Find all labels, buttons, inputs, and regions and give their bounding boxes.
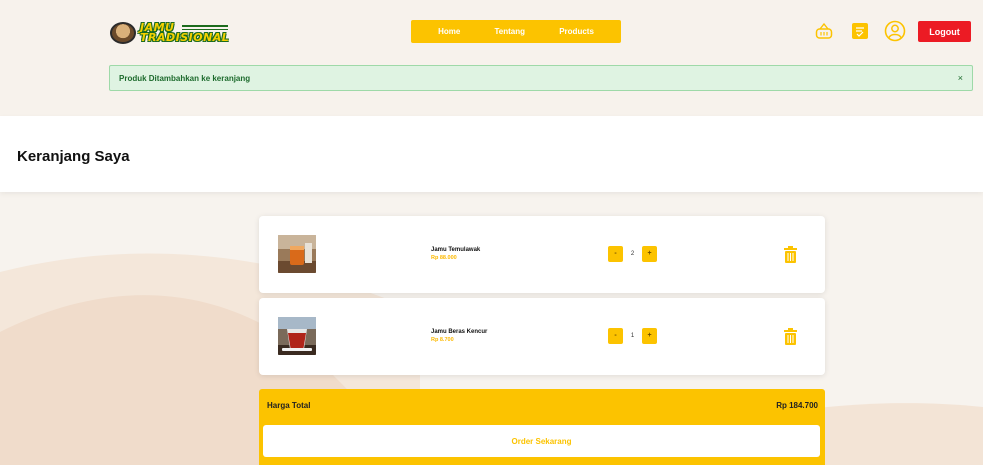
cart-item: Jamu Temulawak Rp 88.000 - 2 + [259, 216, 825, 293]
item-name: Jamu Beras Kencur [431, 329, 488, 335]
logo-face-icon [110, 22, 136, 44]
item-price: Rp 8.700 [431, 337, 454, 343]
title-band [0, 116, 983, 192]
user-icon[interactable] [884, 20, 906, 42]
item-info: Jamu Beras Kencur Rp 8.700 [431, 329, 487, 343]
success-alert: Produk Ditambahkan ke keranjang × [109, 65, 973, 91]
quantity-value: 1 [630, 333, 635, 339]
alert-message: Produk Ditambahkan ke keranjang [119, 73, 251, 83]
nav-products[interactable]: Products [559, 27, 594, 36]
nav-home[interactable]: Home [438, 27, 460, 36]
increase-quantity-button[interactable]: + [642, 328, 657, 344]
decrease-quantity-button[interactable]: - [608, 246, 623, 262]
order-now-button[interactable]: Order Sekarang [263, 425, 820, 457]
increase-quantity-button[interactable]: + [642, 246, 657, 262]
alert-close-icon[interactable]: × [958, 73, 963, 83]
product-thumbnail-temulawak [278, 235, 316, 273]
cart-item: Jamu Beras Kencur Rp 8.700 - 1 + [259, 298, 825, 375]
total-value: Rp 184.700 [776, 401, 818, 410]
total-label: Harga Total [267, 401, 311, 410]
quantity-stepper: - 1 + [608, 328, 657, 344]
trash-icon[interactable] [783, 246, 798, 263]
item-price: Rp 88.000 [431, 255, 457, 261]
quantity-stepper: - 2 + [608, 246, 657, 262]
nav-tentang[interactable]: Tentang [495, 27, 526, 36]
item-info: Jamu Temulawak Rp 88.000 [431, 247, 480, 261]
item-name: Jamu Temulawak [431, 247, 481, 253]
logout-button[interactable]: Logout [918, 21, 971, 42]
brand-logo[interactable]: JAMU TRADISIONAL [110, 20, 230, 46]
main-nav: Home Tentang Products [411, 20, 621, 43]
product-thumbnail-beras-kencur [278, 317, 316, 355]
basket-icon[interactable] [815, 22, 833, 40]
logo-tagline-mark [182, 25, 228, 30]
order-list-icon[interactable] [851, 22, 869, 40]
trash-icon[interactable] [783, 328, 798, 345]
logo-line-2: TRADISIONAL [140, 31, 230, 44]
decrease-quantity-button[interactable]: - [608, 328, 623, 344]
quantity-value: 2 [630, 251, 635, 257]
page-title: Keranjang Saya [17, 148, 130, 165]
